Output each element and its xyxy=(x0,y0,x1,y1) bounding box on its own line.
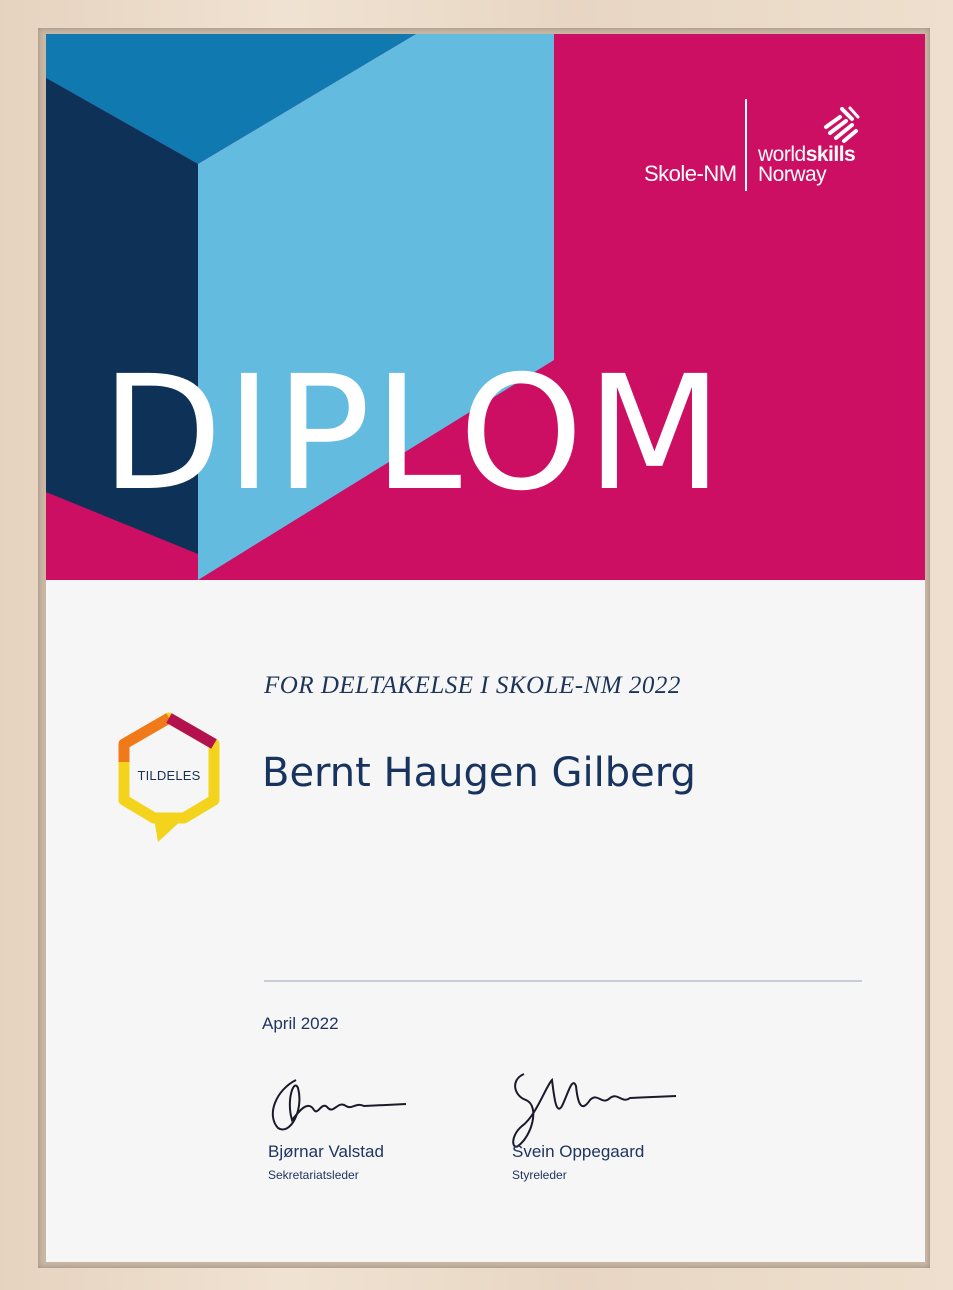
signatory-role: Styreleder xyxy=(512,1168,567,1182)
signature-valstad xyxy=(271,1079,407,1131)
tildeles-badge: TILDELES xyxy=(114,712,224,852)
diploma-paper: Skole-NM worldskills Norway DIPLOM FOR D… xyxy=(46,34,925,1262)
signatory-name: Svein Oppegaard xyxy=(512,1142,645,1161)
recipient-name: Bernt Haugen Gilberg xyxy=(262,750,696,796)
signatory-role: Sekretariatsleder xyxy=(268,1168,359,1182)
worldskills-logo: Skole-NM worldskills Norway xyxy=(644,99,874,194)
award-date: April 2022 xyxy=(262,1014,339,1033)
skole-nm-label: Skole-NM xyxy=(644,161,737,186)
header-banner: Skole-NM worldskills Norway DIPLOM xyxy=(46,34,925,580)
signatory-2: Svein Oppegaard Styreleder xyxy=(512,1142,644,1182)
wooden-frame: Skole-NM worldskills Norway DIPLOM FOR D… xyxy=(0,0,953,1290)
signatory-1: Bjørnar Valstad Sekretariatsleder xyxy=(268,1142,384,1182)
badge-label: TILDELES xyxy=(137,768,201,783)
award-subtitle: FOR DELTAKELSE I SKOLE-NM 2022 xyxy=(264,672,681,699)
worldskills-hands-icon xyxy=(824,106,860,143)
signatory-name: Bjørnar Valstad xyxy=(268,1142,384,1161)
logo-divider xyxy=(745,99,747,191)
ws-country-text: Norway xyxy=(758,163,827,186)
diploma-title: DIPLOM xyxy=(101,342,726,526)
divider-line xyxy=(264,980,862,982)
worldskills-wordmark: worldskills Norway xyxy=(758,144,856,186)
